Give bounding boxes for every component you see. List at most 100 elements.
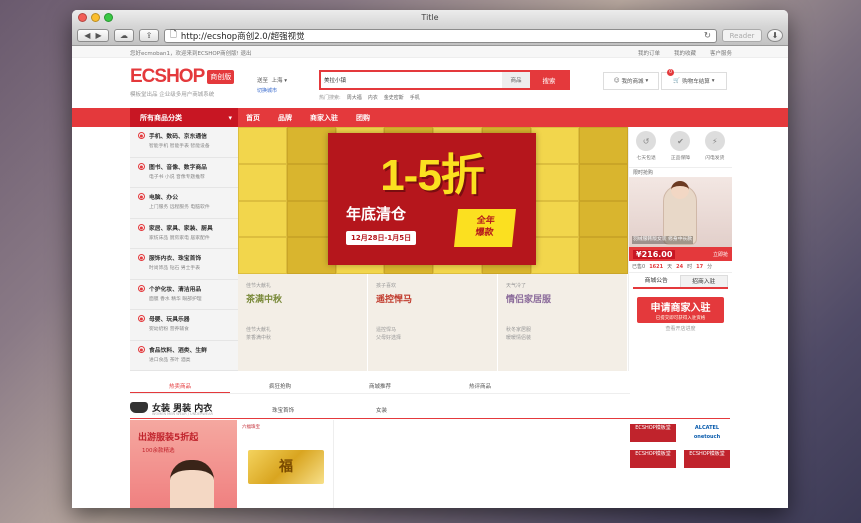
notice-tabs: 商城公告 招商入驻 <box>633 275 728 289</box>
brand-ad[interactable]: ECSHOP模板堂 <box>630 450 676 468</box>
gold-bar-image: 福 <box>248 450 324 484</box>
floor-product-gold[interactable]: 六福珠宝 福 <box>238 420 334 508</box>
hot-search-link[interactable]: 内衣 <box>368 94 378 101</box>
switch-city-link[interactable]: 切换城市 <box>257 87 277 94</box>
share-icon[interactable]: ⇪ <box>139 29 159 42</box>
category-item[interactable]: ● 手机、数码、京东通信 智能手机 智能手表 智能设备 <box>130 127 238 158</box>
all-categories-button[interactable]: 所有商品分类 ▾ <box>130 108 238 127</box>
floor-tab-jewelry[interactable]: 珠宝首饰 <box>272 406 294 414</box>
my-shop-button[interactable]: ☺ 我的商城 ▾ <box>603 72 659 90</box>
reload-icon[interactable]: ↻ <box>704 31 711 41</box>
cart-count: 0 <box>667 69 674 76</box>
shop-progress-link[interactable]: 查看开店进度 <box>629 325 732 332</box>
promo-discount: 1-5折 <box>380 151 485 200</box>
category-item[interactable]: ● 食品饮料、酒类、生鲜 进口食品 茶叶 酒类 <box>130 341 238 371</box>
tab-merchant-join[interactable]: 招商入驻 <box>679 275 728 287</box>
category-icon: ● <box>138 315 145 322</box>
sub-banners: 佳节大献礼 茶满中秋 佳节大献礼 茶香满中秋 孩子喜欢 遥控悍马 遥控悍马 父母好选择 天气… <box>238 274 628 371</box>
search-box: 美拉小镇 商品 搜索 <box>319 70 570 90</box>
hero-banner[interactable]: 1-5折 年底清仓 12月28日-1月5日 全年 爆款 <box>238 127 628 274</box>
category-item[interactable]: ● 图书、音像、数字商品 电子书 小说 音像专题推荐 <box>130 158 238 188</box>
sub-banner-homewear[interactable]: 天气冷了 情侣家居服 秋冬家居服 暖暖情侣装 <box>498 274 628 371</box>
url-text[interactable]: http://ecshop商创2.0/超强视觉 <box>181 30 305 42</box>
tab-announcement[interactable]: 商城公告 <box>633 275 680 287</box>
brand-ad[interactable]: ECSHOP模板堂 <box>630 424 676 442</box>
brand-ad[interactable]: ECSHOP模板堂 <box>684 450 730 468</box>
floor-subtitle: WOMEN MEN WEAR / UNDERWEAR <box>152 412 213 416</box>
tab-recommend[interactable]: 商城推荐 <box>330 382 430 393</box>
truck-icon: ⚡ <box>704 131 725 151</box>
apply-merchant-button[interactable]: 申请商家入驻 已提交即可获得入驻资格 <box>637 297 724 323</box>
delivery-location[interactable]: 送至 上海 ▾ <box>257 76 287 84</box>
nav-home[interactable]: 首页 <box>246 113 260 123</box>
tab-hot-sale[interactable]: 热卖商品 <box>130 382 230 393</box>
search-category[interactable]: 商品 <box>502 72 530 88</box>
category-item[interactable]: ● 母婴、玩具乐器 婴幼奶粉 营养辅食 <box>130 310 238 341</box>
floor-banner-image[interactable]: 出游服装5折起 100余款精选 <box>130 420 237 508</box>
welcome-text[interactable]: 您好ecmoban1，欢迎来到ECSHOP商创版! 退出 <box>130 49 252 57</box>
nav-brand[interactable]: 品牌 <box>278 113 292 123</box>
logo-text: ECSHOP <box>130 66 205 87</box>
nav-groupbuy[interactable]: 团购 <box>356 113 370 123</box>
sub-banner-rc-car[interactable]: 孩子喜欢 遥控悍马 遥控悍马 父母好选择 <box>368 274 498 371</box>
hot-searches: 热门搜索: 周大福 内衣 金史密斯 手机 <box>319 94 420 101</box>
hat-icon <box>130 402 148 413</box>
brand-ad[interactable]: ALCATEL onetouch <box>684 424 730 442</box>
category-item[interactable]: ● 服饰内衣、珠宝首饰 时尚饰品 钻石 男士手表 <box>130 249 238 280</box>
tab-hot-review[interactable]: 热评商品 <box>430 382 530 393</box>
hot-search-link[interactable]: 周大福 <box>347 94 362 101</box>
search-input[interactable]: 美拉小镇 <box>321 72 502 88</box>
countdown: 已售0 1621 天 24 时 17 分 <box>629 261 732 273</box>
minimize-icon[interactable] <box>91 13 100 22</box>
window-title: Title <box>421 13 439 22</box>
browser-window: Title ◀ ▶ ☁ ⇪ 🗋 http://ecshop商创2.0/超强视觉 … <box>72 10 788 508</box>
web-page: 您好ecmoban1，欢迎来到ECSHOP商创版! 退出 我的订单 我的收藏 客… <box>72 46 788 508</box>
back-icon[interactable]: ◀ <box>84 31 90 40</box>
nav-merchant[interactable]: 商家入驻 <box>310 113 338 123</box>
category-icon: ● <box>138 254 145 261</box>
reader-button[interactable]: Reader <box>722 29 762 42</box>
service-icons: ↺ 七天包退 ✔ 正品保障 ⚡ 闪电发货 <box>629 127 732 167</box>
category-icon: ● <box>138 162 145 170</box>
cart-icon: 🛒 <box>673 78 681 84</box>
hot-search-link[interactable]: 手机 <box>410 94 420 101</box>
address-bar[interactable]: 🗋 http://ecshop商创2.0/超强视觉 ↻ <box>164 28 717 43</box>
hot-tabs: 热卖商品 疯狂抢购 商城推荐 热评商品 <box>130 382 630 394</box>
flash-product-caption: 羽绒服韩版女装 修身中长款 <box>632 236 694 244</box>
flash-price-bar: ¥216.00 立即抢 <box>629 247 732 261</box>
close-icon[interactable] <box>78 13 87 22</box>
page-icon: 🗋 <box>170 29 177 40</box>
brand-ads: ECSHOP模板堂 ALCATEL onetouch ECSHOP模板堂 ECS… <box>628 420 732 470</box>
customer-service-link[interactable]: 客户服务 <box>710 49 732 57</box>
category-item[interactable]: ● 电脑、办公 上门服务 远程服务 电脑软件 <box>130 188 238 219</box>
flash-sale-label: 限时抢购 <box>629 167 732 177</box>
browser-toolbar: ◀ ▶ ☁ ⇪ 🗋 http://ecshop商创2.0/超强视觉 ↻ Read… <box>72 26 788 46</box>
floor-tab-women[interactable]: 女装 <box>376 406 387 414</box>
category-icon: ● <box>138 284 145 292</box>
main-nav: 所有商品分类 ▾ 首页 品牌 商家入驻 团购 <box>72 108 788 127</box>
site-header: ECSHOP 商创版 模板堂出品 企业级多用户商城系统 送至 上海 ▾ 切换城市… <box>72 58 788 108</box>
zoom-icon[interactable] <box>104 13 113 22</box>
category-item[interactable]: ● 家居、家具、家装、厨具 家纺床品 厨房家电 居家配件 <box>130 219 238 249</box>
flash-price: ¥216.00 <box>633 249 676 259</box>
flash-product-image[interactable]: 羽绒服韩版女装 修身中长款 <box>629 177 732 247</box>
promo-card: 1-5折 年底清仓 12月28日-1月5日 全年 爆款 <box>328 133 536 265</box>
shield-icon: ✔ <box>670 131 691 151</box>
my-orders-link[interactable]: 我的订单 <box>638 49 660 57</box>
forward-icon[interactable]: ▶ <box>96 31 102 40</box>
tab-rush-buy[interactable]: 疯狂抢购 <box>230 382 330 393</box>
search-button[interactable]: 搜索 <box>530 72 568 88</box>
category-item[interactable]: ● 个护化妆、清洁用品 面膜 香水 精华 眼部护理 <box>130 280 238 310</box>
promo-date: 12月28日-1月5日 <box>346 231 417 245</box>
promo-subtitle: 年底清仓 <box>346 205 407 223</box>
buy-now-button[interactable]: 立即抢 <box>713 251 728 258</box>
logo[interactable]: ECSHOP 商创版 <box>130 66 235 88</box>
cloud-icon[interactable]: ☁ <box>114 29 134 42</box>
cart-button[interactable]: 0 🛒 购物车结算 ▾ <box>661 69 727 90</box>
back-forward-button[interactable]: ◀ ▶ <box>77 29 109 42</box>
favorites-link[interactable]: 我的收藏 <box>674 49 696 57</box>
floor-header: 女装 男装 内衣 WOMEN MEN WEAR / UNDERWEAR 珠宝首饰… <box>130 399 730 419</box>
download-icon[interactable]: ⬇ <box>767 29 783 42</box>
hot-search-link[interactable]: 金史密斯 <box>384 94 404 101</box>
sub-banner-tea[interactable]: 佳节大献礼 茶满中秋 佳节大献礼 茶香满中秋 <box>238 274 368 371</box>
